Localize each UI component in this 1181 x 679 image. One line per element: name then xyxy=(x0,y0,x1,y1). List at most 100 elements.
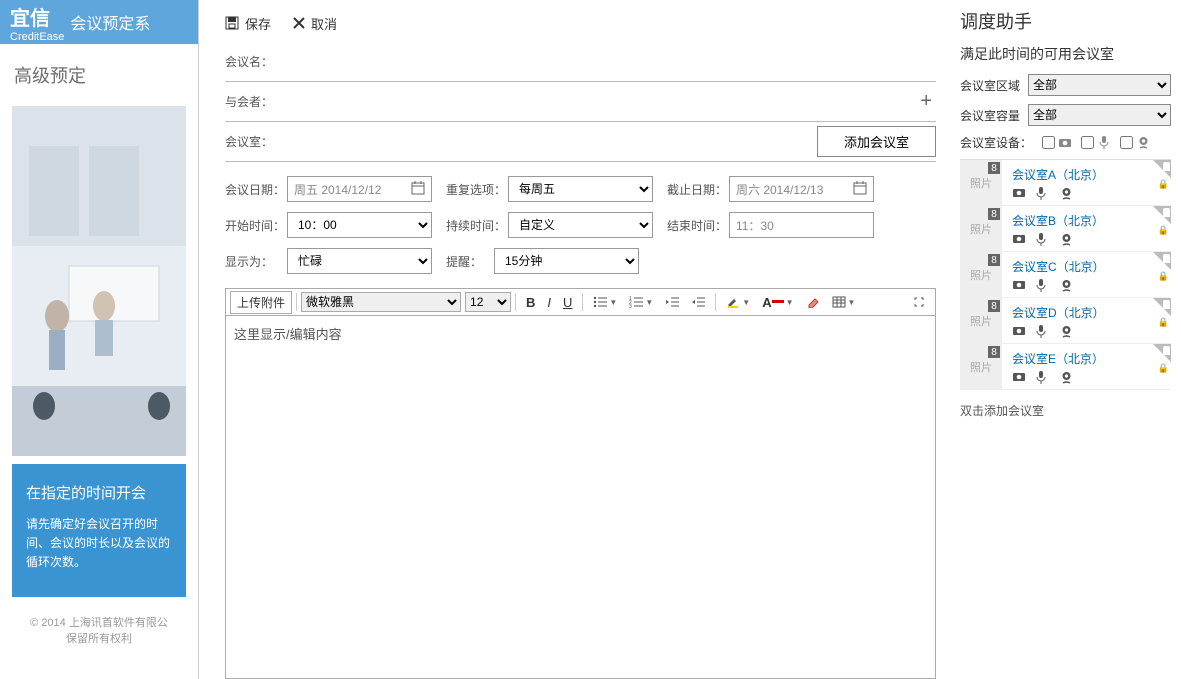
assistant-subtitle: 满足此时间的可用会议室 xyxy=(960,44,1171,64)
capacity-label: 会议室容量 xyxy=(960,107,1028,124)
lock-corner: 🔒 xyxy=(1153,160,1171,178)
mic-icon xyxy=(1036,233,1050,247)
add-room-button[interactable]: 添加会议室 xyxy=(817,126,936,157)
equip-label: 会议室设备： xyxy=(960,134,1032,151)
brand-header: 宜信 CreditEase 会议预定系 xyxy=(0,0,198,44)
room-photo: 照片8 xyxy=(960,206,1002,251)
duration-select[interactable]: 自定义 xyxy=(508,212,653,238)
room-item[interactable]: 照片8 会议室D（北京）🔒 xyxy=(960,298,1171,344)
capacity-select[interactable]: 全部 xyxy=(1028,104,1171,126)
webcam-icon xyxy=(1060,325,1074,339)
outdent-button[interactable] xyxy=(659,293,685,311)
repeat-select[interactable]: 每周五 xyxy=(508,176,653,202)
table-button[interactable]: ▼ xyxy=(826,293,862,311)
lock-icon: 🔒 xyxy=(1158,271,1169,282)
showas-label: 显示为： xyxy=(225,253,287,270)
add-attendee-icon[interactable]: + xyxy=(916,90,936,113)
start-label: 开始时间： xyxy=(225,217,287,234)
equip-camera-checkbox[interactable] xyxy=(1042,136,1055,149)
camera-icon xyxy=(1057,135,1073,151)
assistant-title: 调度助手 xyxy=(960,8,1171,34)
expand-button[interactable] xyxy=(907,293,931,311)
meeting-date-input[interactable]: 周五 2014/12/12 xyxy=(287,176,432,202)
font-color-button[interactable]: A▼ xyxy=(756,292,799,313)
room-item[interactable]: 照片8会议室C（北京）🔒 xyxy=(960,252,1171,298)
scheduler-assistant: 调度助手 满足此时间的可用会议室 会议室区域 全部 会议室容量 全部 会议室设备… xyxy=(950,0,1181,679)
room-photo: 照片8 xyxy=(960,344,1002,389)
mic-icon xyxy=(1036,279,1050,293)
webcam-icon xyxy=(1060,187,1074,201)
lock-icon: 🔒 xyxy=(1158,225,1169,236)
room-item[interactable]: 照片8 会议室B（北京）🔒 xyxy=(960,206,1171,252)
until-label: 截止日期： xyxy=(667,181,729,198)
camera-icon xyxy=(1012,233,1026,247)
lock-corner: 🔒 xyxy=(1153,298,1171,316)
capacity-badge: 8 xyxy=(988,254,1000,266)
save-button[interactable]: 保存 xyxy=(225,14,271,33)
bold-button[interactable]: B xyxy=(520,292,541,313)
italic-button[interactable]: I xyxy=(541,292,557,313)
until-date-input[interactable]: 周六 2014/12/13 xyxy=(729,176,874,202)
calendar-icon xyxy=(411,181,425,198)
save-icon xyxy=(225,16,239,30)
room-list: 照片8会议室A（北京）🔒照片8会议室B（北京）🔒照片8会议室C（北京）🔒照片8会… xyxy=(960,159,1171,390)
region-select[interactable]: 全部 xyxy=(1028,74,1171,96)
lock-icon: 🔒 xyxy=(1158,179,1169,190)
webcam-icon xyxy=(1060,279,1074,293)
room-name: 会议室D（北京） xyxy=(1012,304,1165,321)
camera-icon xyxy=(1012,371,1026,385)
capacity-badge: 8 xyxy=(988,208,1000,220)
room-item[interactable]: 照片8会议室E（北京）🔒 xyxy=(960,344,1171,390)
end-time-display: 11：30 xyxy=(729,212,874,238)
eraser-button[interactable] xyxy=(800,293,826,311)
remind-label: 提醒： xyxy=(446,253,494,270)
room-photo: 照片8 xyxy=(960,298,1002,343)
indent-button[interactable] xyxy=(685,293,711,311)
repeat-label: 重复选项： xyxy=(446,181,508,198)
date-label: 会议日期： xyxy=(225,181,287,198)
capacity-badge: 8 xyxy=(988,346,1000,358)
lock-corner: 🔒 xyxy=(1153,252,1171,270)
duration-label: 持续时间： xyxy=(446,217,508,234)
room-photo: 照片8 xyxy=(960,252,1002,297)
brand-en: CreditEase xyxy=(10,31,64,43)
lock-corner: 🔒 xyxy=(1153,206,1171,224)
brand-system: 会议预定系 xyxy=(70,10,150,34)
close-icon xyxy=(293,17,305,29)
mic-icon xyxy=(1096,135,1112,151)
editor-toolbar: 上传附件 微软雅黑 12 B I U ▼ 123▼ ▼ A▼ ▼ xyxy=(225,288,936,316)
cancel-button[interactable]: 取消 xyxy=(293,14,337,33)
font-family-select[interactable]: 微软雅黑 xyxy=(301,292,461,312)
room-name: 会议室B（北京） xyxy=(1012,212,1165,229)
sidebar-illustration xyxy=(12,106,186,456)
editor-content[interactable]: 这里显示/编辑内容 xyxy=(225,316,936,679)
room-label: 会议室： xyxy=(225,133,287,150)
svg-text:3: 3 xyxy=(629,304,632,308)
bullet-list-button[interactable]: ▼ xyxy=(587,293,623,311)
room-name: 会议室A（北京） xyxy=(1012,166,1165,183)
room-list-hint: 双击添加会议室 xyxy=(960,402,1171,419)
highlight-button[interactable]: ▼ xyxy=(720,292,756,312)
equip-webcam-checkbox[interactable] xyxy=(1120,136,1133,149)
mic-icon xyxy=(1036,325,1050,339)
lock-icon: 🔒 xyxy=(1158,363,1169,374)
camera-icon xyxy=(1012,187,1026,201)
calendar-icon xyxy=(853,181,867,198)
number-list-button[interactable]: 123▼ xyxy=(623,293,659,311)
webcam-icon xyxy=(1135,135,1151,151)
start-time-select[interactable]: 10：00 xyxy=(287,212,432,238)
webcam-icon xyxy=(1060,233,1074,247)
camera-icon xyxy=(1012,279,1026,293)
sidebar: 宜信 CreditEase 会议预定系 高级预定 在指定的时间开会 请先确定好会… xyxy=(0,0,199,679)
lock-corner: 🔒 xyxy=(1153,344,1171,362)
form-toolbar: 保存 取消 xyxy=(225,8,936,38)
underline-button[interactable]: U xyxy=(557,292,578,313)
upload-attachment-button[interactable]: 上传附件 xyxy=(230,291,292,314)
sidebar-section-title: 高级预定 xyxy=(0,44,198,98)
font-size-select[interactable]: 12 xyxy=(465,292,511,312)
room-photo: 照片8 xyxy=(960,160,1002,205)
remind-select[interactable]: 15分钟 xyxy=(494,248,639,274)
showas-select[interactable]: 忙碌 xyxy=(287,248,432,274)
equip-mic-checkbox[interactable] xyxy=(1081,136,1094,149)
room-item[interactable]: 照片8 会议室A（北京）🔒 xyxy=(960,160,1171,206)
